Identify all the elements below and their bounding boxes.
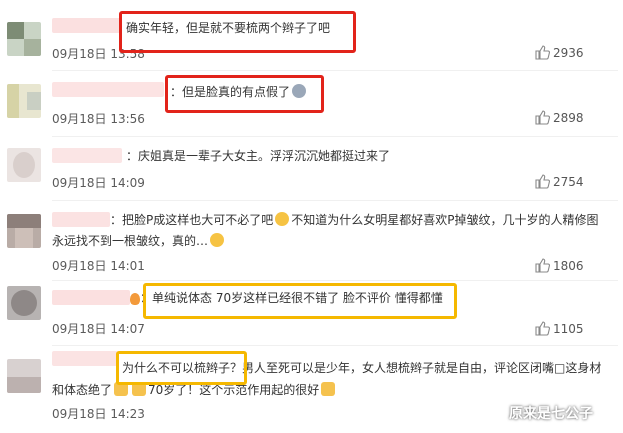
highlight-box — [143, 283, 457, 319]
avatar[interactable] — [7, 214, 41, 248]
like-count: 2754 — [553, 175, 584, 189]
comment-item-2: ：但是脸真的有点假了 09月18日 13:56 2898 — [0, 70, 623, 140]
comment-item-3: ：庆姐真是一辈子大女主。浮浮沉沉她都挺过来了 09月18日 14:09 2754 — [0, 136, 623, 202]
username-blurred[interactable] — [52, 351, 118, 366]
avatar[interactable] — [7, 22, 41, 56]
comment-item-1: 确实年轻，但是就不要梳两个辫子了吧 09月18日 13:58 2936 — [0, 0, 623, 74]
comment-time: 09月18日 14:01 — [52, 259, 145, 273]
avatar[interactable] — [7, 286, 41, 320]
like-count: 2936 — [553, 46, 584, 60]
comment-text-part: 男人至死可以是少年，女人想梳辫子就是自由，评论区闭嘴□这身材 — [242, 361, 602, 375]
comment-text-part: 永远找不到一根皱纹，真的… — [52, 234, 209, 248]
comment-text-part: 不知道为什么女明星都好喜欢P掉皱纹，几十岁的人精修图 — [291, 213, 599, 227]
comment-text-part: ：把脸P成这样也大可不必了吧 — [110, 213, 274, 227]
thumbs-up-icon[interactable] — [534, 44, 550, 60]
comment-text: ：把脸P成这样也大可不必了吧 不知道为什么女明星都好喜欢P掉皱纹，几十岁的人精修图 — [110, 210, 623, 230]
username-blurred[interactable] — [52, 148, 122, 163]
like-count: 1105 — [553, 322, 584, 336]
comment-text-line2: 永远找不到一根皱纹，真的… — [52, 231, 572, 251]
username-blurred[interactable] — [52, 18, 122, 33]
comment-time: 09月18日 14:23 — [52, 407, 145, 421]
watermark: 原来是七公子 — [509, 406, 593, 422]
thumbs-up-icon[interactable] — [534, 320, 550, 336]
comment-text-part: 和体态绝了 — [52, 383, 113, 397]
like-count: 2898 — [553, 111, 584, 125]
comment-item-5: ：单纯说体态 70岁这样已经很不错了 脸不评价 懂得都懂 09月18日 14:0… — [0, 280, 623, 346]
highlight-box — [165, 75, 324, 113]
fire-icon — [130, 293, 140, 305]
thumbs-up-icon[interactable] — [534, 173, 550, 189]
username-blurred[interactable] — [52, 82, 164, 97]
emoji-icon — [210, 233, 225, 247]
emoji-icon — [275, 212, 290, 226]
thumbs-up-icon[interactable] — [534, 257, 550, 273]
comment-item-4: ：把脸P成这样也大可不必了吧 不知道为什么女明星都好喜欢P掉皱纹，几十岁的人精修图… — [0, 200, 623, 280]
username-blurred[interactable] — [52, 212, 110, 227]
highlight-box — [119, 11, 356, 53]
comment-time: 09月18日 14:07 — [52, 322, 145, 336]
thumbs-up-emoji-icon — [321, 382, 336, 396]
comment-text: ：庆姐真是一辈子大女主。浮浮沉沉她都挺过来了 — [126, 149, 391, 163]
avatar[interactable] — [7, 148, 41, 182]
avatar[interactable] — [7, 84, 41, 118]
comment-time: 09月18日 14:09 — [52, 176, 145, 190]
comment-text-part: 70岁了！这个示范作用起的很好 — [148, 383, 320, 397]
comment-time: 09月18日 13:56 — [52, 112, 145, 126]
thumbs-up-icon[interactable] — [534, 109, 550, 125]
highlight-box — [116, 351, 247, 385]
like-count: 1806 — [553, 259, 584, 273]
username-blurred[interactable] — [52, 290, 130, 305]
avatar[interactable] — [7, 359, 41, 393]
